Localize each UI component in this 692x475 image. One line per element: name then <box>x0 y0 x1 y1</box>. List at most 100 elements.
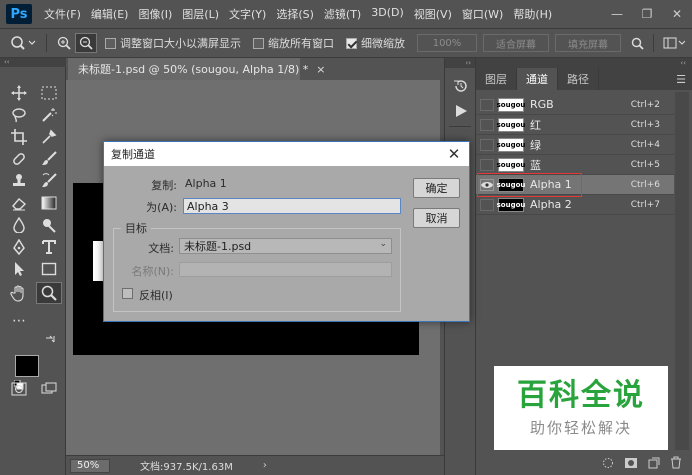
close-icon[interactable]: ✕ <box>445 145 463 163</box>
duplicate-channel-dialog: 复制通道 ✕ 复制: Alpha 1 为(A): 目标 文档: 未标题-1.ps… <box>103 141 470 322</box>
delete-channel-icon[interactable] <box>670 456 682 469</box>
photoshop-logo: Ps <box>6 4 32 24</box>
eyedropper-tool-icon[interactable] <box>36 126 62 148</box>
ok-button[interactable]: 确定 <box>413 178 460 198</box>
zoom-tool-icon[interactable] <box>36 282 62 304</box>
save-selection-icon[interactable] <box>624 457 638 469</box>
visibility-toggle-icon[interactable] <box>480 138 494 151</box>
hand-tool-icon[interactable] <box>6 282 32 304</box>
zoom-all-option[interactable]: 缩放所有窗口 <box>253 35 334 51</box>
search-icon[interactable] <box>627 33 647 53</box>
panel-menu-icon[interactable]: ☰ <box>676 68 686 90</box>
invert-checkbox[interactable] <box>122 288 133 299</box>
document-info[interactable]: 文档:937.5K/1.63M <box>140 458 233 473</box>
channel-name: RGB <box>530 98 554 111</box>
menu-select[interactable]: 选择(S) <box>276 6 314 22</box>
channel-row-rgb[interactable]: sougou RGB Ctrl+2 <box>476 95 674 115</box>
magic-wand-tool-icon[interactable] <box>36 104 62 126</box>
menu-type[interactable]: 文字(Y) <box>229 6 266 22</box>
foreground-color-swatch[interactable] <box>15 355 39 377</box>
swap-colors-icon[interactable] <box>44 334 58 346</box>
move-tool-icon[interactable] <box>6 82 32 104</box>
cancel-button[interactable]: 取消 <box>413 208 460 228</box>
channel-shortcut: Ctrl+7 <box>630 199 660 210</box>
panel-scrollbar[interactable] <box>675 92 689 450</box>
rectangle-tool-icon[interactable] <box>36 258 62 280</box>
new-channel-icon[interactable] <box>648 457 660 469</box>
source-value: Alpha 1 <box>185 177 227 190</box>
quick-mask-icon[interactable] <box>6 378 32 400</box>
fit-screen-button[interactable]: 适合屏幕 <box>483 34 549 52</box>
menu-window[interactable]: 窗口(W) <box>462 6 503 22</box>
marquee-tool-icon[interactable] <box>36 82 62 104</box>
lasso-tool-icon[interactable] <box>6 104 32 126</box>
tab-layers[interactable]: 图层 <box>476 68 517 90</box>
channel-row-red[interactable]: sougou 红 Ctrl+3 <box>476 115 674 135</box>
zoom-in-icon[interactable] <box>53 33 75 53</box>
actions-play-icon[interactable] <box>454 104 468 118</box>
document-select[interactable]: 未标题-1.psd ⌄ <box>179 238 392 254</box>
resize-windows-option[interactable]: 调整窗口大小以满屏显示 <box>105 35 241 51</box>
tab-channels[interactable]: 通道 <box>517 68 558 90</box>
fill-screen-button[interactable]: 填充屏幕 <box>555 34 621 52</box>
eraser-tool-icon[interactable] <box>6 192 32 214</box>
history-brush-tool-icon[interactable] <box>36 170 62 192</box>
menu-edit[interactable]: 编辑(E) <box>91 6 129 22</box>
channel-shortcut: Ctrl+5 <box>630 159 660 170</box>
panel-collapse-icon[interactable]: ‹‹ <box>476 58 692 68</box>
menu-view[interactable]: 视图(V) <box>414 6 452 22</box>
invert-label: 反相(I) <box>139 289 173 302</box>
path-selection-tool-icon[interactable] <box>6 258 32 280</box>
toolbar-collapse-icon[interactable]: ‹‹ <box>0 58 66 67</box>
history-panel-icon[interactable] <box>453 78 469 94</box>
menu-filter[interactable]: 滤镜(T) <box>324 6 361 22</box>
pen-tool-icon[interactable] <box>6 236 32 258</box>
channel-row-green[interactable]: sougou 绿 Ctrl+4 <box>476 135 674 155</box>
minimize-icon[interactable]: — <box>602 0 632 28</box>
load-selection-icon[interactable] <box>602 457 614 469</box>
zoom-all-checkbox[interactable] <box>253 37 264 49</box>
visibility-toggle-icon[interactable] <box>480 158 494 171</box>
zoom-level-field[interactable]: 50% <box>70 458 110 473</box>
edit-toolbar-icon[interactable]: ⋯ <box>6 310 32 332</box>
tab-paths[interactable]: 路径 <box>558 68 599 90</box>
crop-tool-icon[interactable] <box>6 126 32 148</box>
brush-tool-icon[interactable] <box>36 148 62 170</box>
zoom-out-icon[interactable] <box>75 33 97 53</box>
channel-row-blue[interactable]: sougou 蓝 Ctrl+5 <box>476 155 674 175</box>
status-menu-arrow-icon[interactable]: › <box>263 460 267 471</box>
destination-name-field[interactable] <box>179 262 392 277</box>
dialog-titlebar[interactable]: 复制通道 <box>104 142 469 166</box>
visibility-toggle-icon[interactable] <box>480 98 494 111</box>
healing-brush-tool-icon[interactable] <box>6 148 32 170</box>
gradient-tool-icon[interactable] <box>36 192 62 214</box>
menu-image[interactable]: 图像(I) <box>138 6 172 22</box>
menu-layer[interactable]: 图层(L) <box>182 6 219 22</box>
type-tool-icon[interactable] <box>36 236 62 258</box>
resize-windows-checkbox[interactable] <box>105 37 116 49</box>
dock-collapse-icon[interactable]: ›› <box>445 58 475 68</box>
close-document-icon[interactable]: × <box>316 63 325 76</box>
channel-row-alpha-2[interactable]: sougou Alpha 2 Ctrl+7 <box>476 195 674 215</box>
channel-thumbnail: sougou <box>497 117 525 132</box>
menu-3d[interactable]: 3D(D) <box>371 6 404 22</box>
menu-file[interactable]: 文件(F) <box>44 6 81 22</box>
scrubby-zoom-checkbox[interactable] <box>346 37 357 49</box>
zoom-tool-preset-icon[interactable] <box>6 33 40 53</box>
workspace-switcher-icon[interactable] <box>660 33 688 53</box>
visibility-toggle-icon[interactable] <box>480 198 494 211</box>
scrubby-zoom-option[interactable]: 细微缩放 <box>346 35 405 51</box>
channel-shortcut: Ctrl+4 <box>630 139 660 150</box>
clone-stamp-tool-icon[interactable] <box>6 170 32 192</box>
blur-tool-icon[interactable] <box>6 214 32 236</box>
restore-icon[interactable]: ❐ <box>632 0 662 28</box>
channel-name-input[interactable] <box>183 198 401 214</box>
close-icon[interactable]: ✕ <box>662 0 692 28</box>
visibility-toggle-icon[interactable] <box>480 118 494 131</box>
zoom-all-label: 缩放所有窗口 <box>268 37 334 50</box>
dodge-tool-icon[interactable] <box>36 214 62 236</box>
menu-help[interactable]: 帮助(H) <box>513 6 552 22</box>
document-tab[interactable]: 未标题-1.psd @ 50% (sougou, Alpha 1/8) * × <box>68 58 325 80</box>
zoom-percent-button[interactable]: 100% <box>417 34 477 52</box>
screen-mode-icon[interactable] <box>36 378 62 400</box>
